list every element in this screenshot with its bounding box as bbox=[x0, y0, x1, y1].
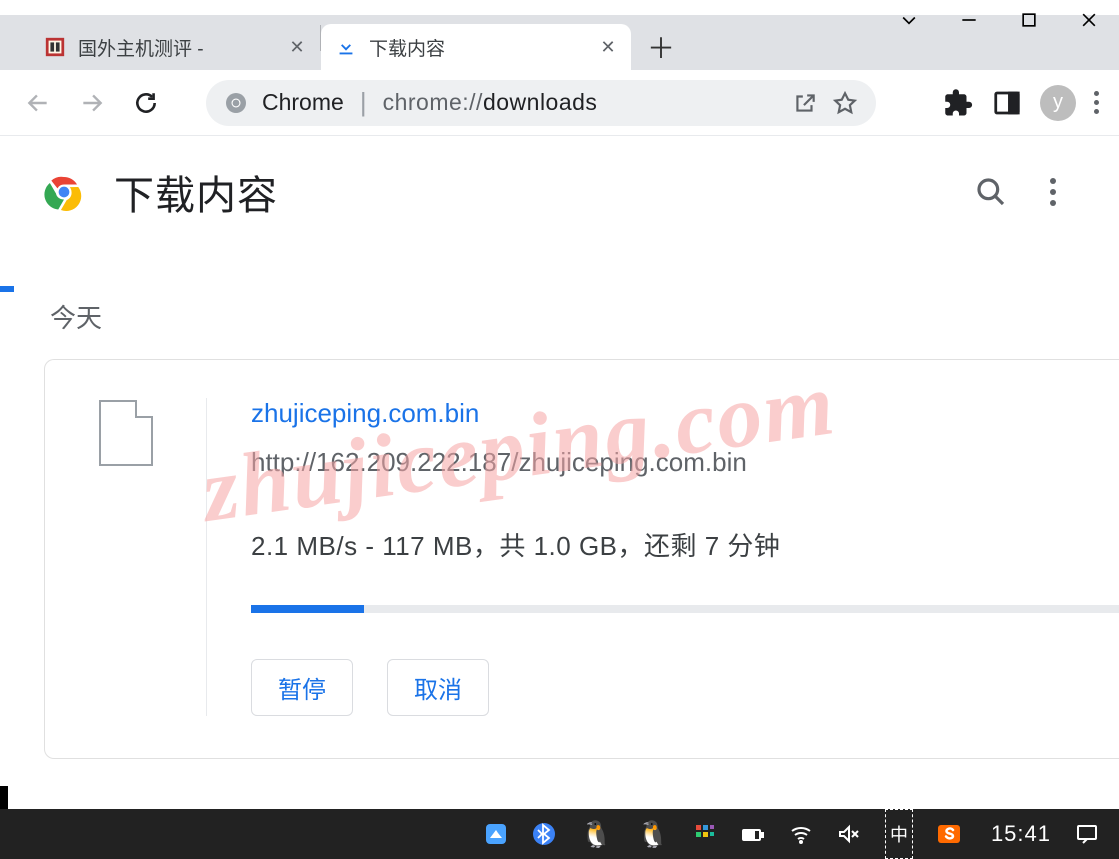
avatar-letter: y bbox=[1053, 91, 1063, 114]
download-url: http://162.209.222.187/zhujiceping.com.b… bbox=[251, 447, 1119, 478]
chrome-icon bbox=[224, 91, 248, 115]
tab-strip: 国外主机测评 - ✕ 下载内容 ✕ ＋ bbox=[0, 15, 1119, 70]
ime-indicator[interactable]: 中 bbox=[885, 809, 913, 859]
omnibox-label: Chrome bbox=[262, 89, 344, 116]
app-icon[interactable] bbox=[484, 809, 508, 859]
bluetooth-icon[interactable] bbox=[532, 809, 556, 859]
file-icon bbox=[99, 400, 153, 466]
bookmark-icon[interactable] bbox=[832, 90, 858, 116]
tab-title: 下载内容 bbox=[369, 34, 587, 61]
cancel-button[interactable]: 取消 bbox=[387, 659, 489, 716]
tab-inactive[interactable]: 国外主机测评 - ✕ bbox=[30, 24, 320, 70]
reload-button[interactable] bbox=[128, 85, 164, 121]
download-icon bbox=[335, 36, 357, 58]
notifications-icon[interactable] bbox=[1075, 809, 1099, 859]
download-status: 2.1 MB/s - 117 MB，共 1.0 GB，还剩 7 分钟 bbox=[251, 526, 1119, 563]
tab-active[interactable]: 下载内容 ✕ bbox=[321, 24, 631, 70]
qq-icon[interactable]: 🐧 bbox=[637, 809, 669, 859]
tab-title: 国外主机测评 - bbox=[78, 34, 276, 61]
downloads-header: 下载内容 bbox=[0, 136, 1119, 248]
ime-text: 中 bbox=[890, 821, 908, 847]
separator: | bbox=[360, 87, 367, 118]
minimize-button[interactable] bbox=[939, 0, 999, 55]
forward-button[interactable] bbox=[74, 85, 110, 121]
file-icon-area bbox=[45, 398, 207, 716]
address-bar[interactable]: Chrome | chrome://downloads bbox=[206, 80, 876, 126]
volume-muted-icon[interactable] bbox=[837, 809, 861, 859]
omnibox-url: chrome://downloads bbox=[383, 89, 598, 116]
profile-avatar[interactable]: y bbox=[1040, 85, 1076, 121]
close-icon[interactable]: ✕ bbox=[599, 38, 617, 56]
download-item: zhujiceping.com.bin http://162.209.222.1… bbox=[44, 359, 1119, 759]
back-button[interactable] bbox=[20, 85, 56, 121]
taskbar: 🐧 🐧 中 15:41 bbox=[0, 809, 1119, 859]
more-options-icon[interactable] bbox=[1037, 178, 1069, 206]
color-grid-icon[interactable] bbox=[693, 809, 717, 859]
wifi-icon[interactable] bbox=[789, 809, 813, 859]
toolbar: Chrome | chrome://downloads y bbox=[0, 70, 1119, 136]
window-controls bbox=[879, 0, 1119, 55]
close-window-button[interactable] bbox=[1059, 0, 1119, 55]
new-tab-button[interactable]: ＋ bbox=[641, 27, 681, 67]
favicon-inactive bbox=[44, 36, 66, 58]
maximize-button[interactable] bbox=[999, 0, 1059, 55]
download-filename[interactable]: zhujiceping.com.bin bbox=[251, 398, 1119, 429]
chrome-menu-icon[interactable] bbox=[1094, 91, 1099, 114]
decoration bbox=[0, 786, 8, 809]
sogou-icon[interactable] bbox=[937, 809, 961, 859]
section-today: 今天 bbox=[0, 248, 1119, 359]
decoration bbox=[0, 286, 14, 292]
search-icon[interactable] bbox=[975, 176, 1007, 208]
qq-icon[interactable]: 🐧 bbox=[580, 809, 612, 859]
extensions-icon[interactable] bbox=[944, 88, 974, 118]
pause-button[interactable]: 暂停 bbox=[251, 659, 353, 716]
tabs-dropdown-icon[interactable] bbox=[879, 0, 939, 55]
close-icon[interactable]: ✕ bbox=[288, 38, 306, 56]
progress-bar bbox=[251, 605, 1119, 613]
side-panel-icon[interactable] bbox=[992, 88, 1022, 118]
page-title: 下载内容 bbox=[114, 163, 278, 221]
section-label: 今天 bbox=[50, 298, 1069, 335]
progress-fill bbox=[251, 605, 364, 613]
chrome-logo-icon bbox=[44, 172, 84, 212]
battery-icon[interactable] bbox=[741, 809, 765, 859]
clock[interactable]: 15:41 bbox=[991, 821, 1051, 847]
share-icon[interactable] bbox=[792, 90, 818, 116]
